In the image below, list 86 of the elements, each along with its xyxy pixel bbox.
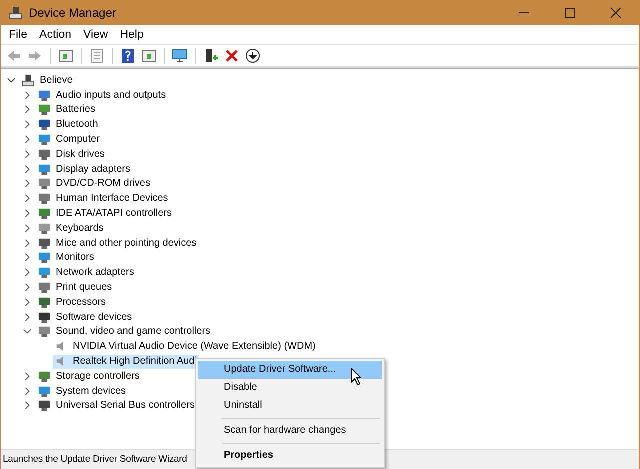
expand-icon[interactable] xyxy=(23,372,32,381)
device-icon xyxy=(38,148,51,161)
device-icon xyxy=(38,325,51,338)
tree-item[interactable]: Keyboards xyxy=(55,222,105,234)
device-icon xyxy=(38,310,51,324)
tree-item[interactable]: Network adapters xyxy=(55,267,136,278)
expand-icon[interactable] xyxy=(23,135,32,144)
window-pane-icon[interactable] xyxy=(141,48,157,64)
device-manager-icon xyxy=(9,6,23,20)
device-icon xyxy=(38,133,51,146)
expand-icon[interactable] xyxy=(23,386,32,396)
tree-item[interactable]: Display adapters xyxy=(55,164,132,175)
mouse-pointer-icon xyxy=(351,368,363,386)
tree-item[interactable]: Believe xyxy=(39,74,74,86)
tree-item[interactable]: Print queues xyxy=(55,282,114,294)
expand-icon[interactable] xyxy=(23,268,32,278)
computer-icon xyxy=(22,74,35,87)
monitor-icon[interactable] xyxy=(172,48,188,64)
device-icon xyxy=(38,399,51,412)
device-icon xyxy=(38,266,51,280)
expand-icon[interactable] xyxy=(23,164,32,174)
menu-item[interactable]: Disable xyxy=(198,379,382,397)
properties-icon[interactable] xyxy=(89,48,105,64)
device-icon xyxy=(38,192,51,206)
tree-item[interactable]: Software devices xyxy=(55,312,134,323)
tree-item[interactable]: IDE ATA/ATAPI controllers xyxy=(55,208,173,220)
tree-item[interactable]: NVIDIA Virtual Audio Device (Wave Extensible) (WDM) xyxy=(53,340,318,354)
menu-item[interactable]: Uninstall xyxy=(198,397,382,415)
device-icon xyxy=(38,370,51,383)
expand-icon[interactable] xyxy=(23,179,32,188)
tree-item[interactable]: Sound, video and game controllers xyxy=(55,326,212,338)
expand-icon[interactable] xyxy=(23,224,32,233)
tree-item[interactable]: Universal Serial Bus controllers xyxy=(55,400,196,412)
remove-icon[interactable] xyxy=(224,48,240,64)
tree-item[interactable]: DVD/CD-ROM drives xyxy=(55,178,152,190)
menu-item[interactable]: Properties xyxy=(198,447,382,465)
tree-item[interactable]: Computer xyxy=(55,134,101,146)
menu-item[interactable]: Update Driver Software... xyxy=(198,361,382,379)
device-icon xyxy=(38,384,51,398)
tree-item[interactable]: Human Interface Devices xyxy=(55,193,170,204)
expand-icon[interactable] xyxy=(23,312,32,322)
download-icon[interactable] xyxy=(245,48,261,64)
expand-icon[interactable] xyxy=(23,150,32,159)
tree-item[interactable]: Audio inputs and outputs xyxy=(55,90,168,101)
device-icon xyxy=(38,281,51,294)
expand-icon[interactable] xyxy=(23,298,32,307)
device-icon xyxy=(38,103,51,116)
device-icon xyxy=(38,296,51,309)
collapse-icon[interactable] xyxy=(7,76,16,85)
device-icon xyxy=(38,236,51,250)
help-icon[interactable] xyxy=(120,48,136,64)
device-icon xyxy=(38,118,51,132)
add-device-icon[interactable] xyxy=(203,48,219,64)
window-pane-icon[interactable] xyxy=(58,48,74,64)
status-text: Launches the Update Driver Software Wizard xyxy=(3,454,188,465)
expand-icon[interactable] xyxy=(23,238,32,248)
menu-item[interactable]: File xyxy=(3,28,34,40)
device-icon xyxy=(38,207,51,220)
expand-icon[interactable] xyxy=(23,283,32,292)
menu-item[interactable]: Action xyxy=(34,28,78,40)
window-title: Device Manager xyxy=(29,6,116,20)
tree-item[interactable]: Processors xyxy=(55,296,108,308)
menu-item[interactable]: Help xyxy=(114,28,150,40)
menu-item[interactable]: View xyxy=(78,28,114,40)
tree-item[interactable]: Disk drives xyxy=(55,148,106,160)
expand-icon[interactable] xyxy=(23,105,32,114)
expand-icon[interactable] xyxy=(23,209,32,218)
tree-item[interactable]: System devices xyxy=(55,386,128,397)
expand-icon[interactable] xyxy=(23,90,32,100)
device-icon xyxy=(38,88,51,102)
tree-item[interactable]: Storage controllers xyxy=(55,370,141,382)
tree-item[interactable]: Batteries xyxy=(55,104,96,116)
expand-icon[interactable] xyxy=(23,327,32,336)
tree-item[interactable]: Monitors xyxy=(55,252,96,264)
device-icon xyxy=(38,222,51,235)
expand-icon[interactable] xyxy=(23,253,32,262)
expand-icon[interactable] xyxy=(23,401,32,410)
tree-item[interactable]: Mice and other pointing devices xyxy=(55,238,198,249)
device-icon xyxy=(38,251,51,264)
expand-icon[interactable] xyxy=(23,194,32,204)
tree-item[interactable]: Bluetooth xyxy=(55,119,100,130)
menu-item[interactable]: Scan for hardware changes xyxy=(198,422,382,440)
device-icon xyxy=(38,162,51,176)
expand-icon[interactable] xyxy=(23,120,32,130)
tree-item-label: NVIDIA Virtual Audio Device (Wave Extensible) (WDM) xyxy=(72,341,317,352)
device-icon xyxy=(38,177,51,190)
